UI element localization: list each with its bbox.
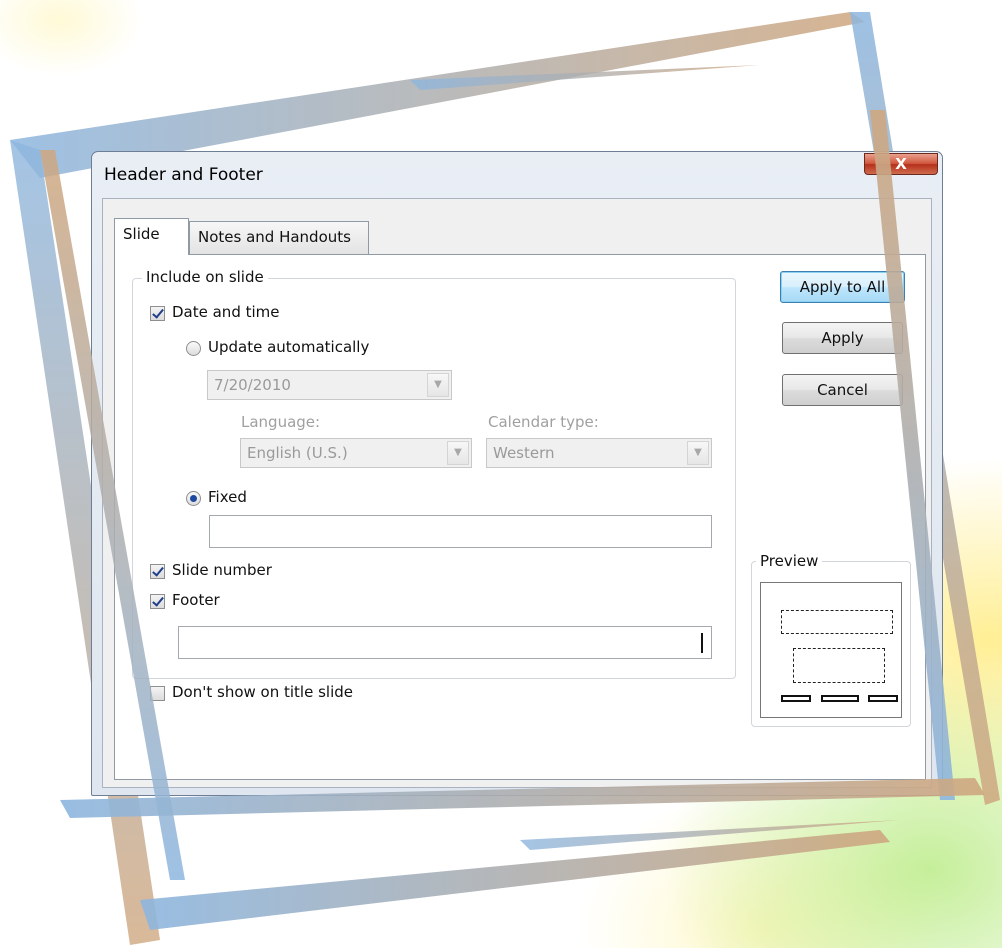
- decorative-frame-front: [40, 110, 985, 930]
- tab-slide[interactable]: Slide: [114, 218, 189, 255]
